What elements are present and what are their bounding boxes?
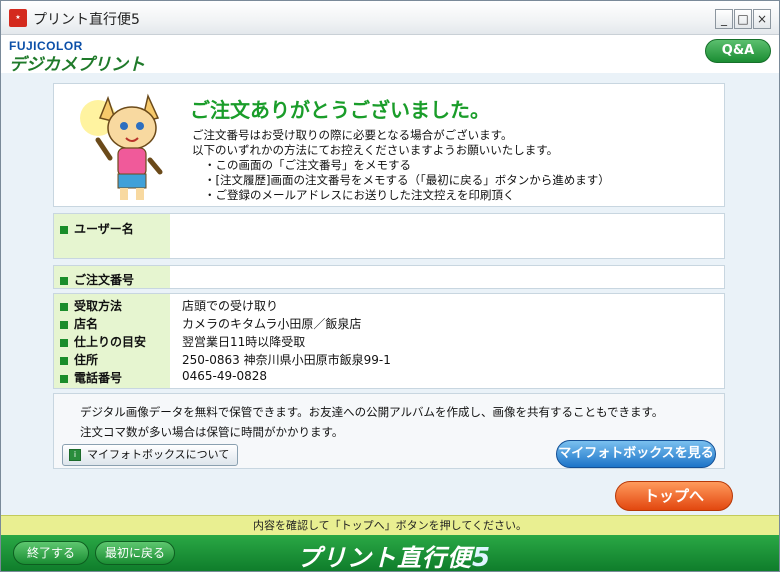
photobox-text: デジタル画像データを無料で保管できます。お友達への公開アルバムを作成し、画像を共… <box>80 405 664 419</box>
main-content: ご注文ありがとうございました。 ご注文番号はお受け取りの際に必要となる場合がござ… <box>1 73 779 515</box>
close-button[interactable]: × <box>753 9 771 29</box>
detail-label: 店名 <box>60 315 98 332</box>
bullet-square-icon <box>60 302 68 311</box>
brand-logo-main: デジカメプリント <box>9 55 145 75</box>
detail-label: 電話番号 <box>60 369 122 386</box>
app-icon: ★ <box>9 9 27 27</box>
thanks-line: ご注文番号はお受け取りの際に必要となる場合がございます。 <box>192 128 513 142</box>
user-name-row: ユーザー名 <box>53 213 725 259</box>
bullet-square-icon <box>60 225 68 234</box>
window-title: プリント直行便5 <box>33 12 140 28</box>
detail-value: 0465-49-0828 <box>182 369 268 383</box>
detail-value: 翌営業日11時以降受取 <box>182 335 306 349</box>
detail-label: 仕上りの目安 <box>60 333 146 350</box>
maximize-button[interactable]: □ <box>734 9 752 29</box>
detail-value: カメラのキタムラ小田原／飯泉店 <box>182 317 362 331</box>
pickup-details: 受取方法 店頭での受け取り 店名 カメラのキタムラ小田原／飯泉店 仕上りの目安 … <box>53 293 725 389</box>
info-icon: i <box>69 449 81 461</box>
bullet-square-icon <box>60 320 68 329</box>
thanks-card: ご注文ありがとうございました。 ご注文番号はお受け取りの際に必要となる場合がござ… <box>53 83 725 207</box>
bullet-square-icon <box>60 374 68 383</box>
view-photobox-button[interactable]: マイフォトボックスを見る <box>556 440 716 468</box>
status-message: 内容を確認して「トップへ」ボタンを押してください。 <box>1 515 779 535</box>
about-photobox-button[interactable]: i マイフォトボックスについて <box>62 444 239 466</box>
user-name-label: ユーザー名 <box>60 220 134 237</box>
restart-button[interactable]: 最初に戻る <box>95 541 175 565</box>
bullet-square-icon <box>60 276 68 285</box>
title-bar: ★ プリント直行便5 _ □ × <box>1 1 779 35</box>
quit-button[interactable]: 終了する <box>13 541 89 565</box>
qa-button[interactable]: Q&A <box>705 39 771 63</box>
detail-value: 250-0863 神奈川県小田原市飯泉99-1 <box>182 353 391 367</box>
top-button[interactable]: トップへ <box>615 481 733 511</box>
thanks-bullet: ・ご登録のメールアドレスにお送りした注文控えを印刷頂く <box>204 188 515 202</box>
photobox-text: 注文コマ数が多い場合は保管に時間がかかります。 <box>80 425 344 439</box>
photobox-panel: デジタル画像データを無料で保管できます。お友達への公開アルバムを作成し、画像を共… <box>53 393 725 469</box>
app-window: ★ プリント直行便5 _ □ × FUJICOLOR デジカメプリント Q&A <box>0 0 780 573</box>
detail-value: 店頭での受け取り <box>182 299 279 313</box>
photobox-description: デジタル画像データを無料で保管できます。お友達への公開アルバムを作成し、画像を共… <box>80 402 663 442</box>
window-controls: _ □ × <box>714 9 771 29</box>
footer-bar: 終了する 最初に戻る プリント直行便5 <box>1 535 779 573</box>
detail-label: 住所 <box>60 351 98 368</box>
order-number-row: ご注文番号 <box>53 265 725 289</box>
bullet-square-icon <box>60 356 68 365</box>
header: FUJICOLOR デジカメプリント Q&A <box>1 35 779 75</box>
thanks-title: ご注文ありがとうございました。 <box>190 98 490 122</box>
about-photobox-label: マイフォトボックスについて <box>87 448 230 461</box>
minimize-button[interactable]: _ <box>715 9 733 29</box>
thanks-line: 以下のいずれかの方法にてお控えくださいますようお願いいたします。 <box>192 143 559 157</box>
order-number-label: ご注文番号 <box>60 271 134 288</box>
thanks-bullet: ・この画面の「ご注文番号」をメモする <box>204 158 411 172</box>
thanks-body: ご注文番号はお受け取りの際に必要となる場合がございます。 以下のいずれかの方法に… <box>192 128 610 203</box>
cat-mascot-icon <box>80 93 163 200</box>
thanks-bullet: ・[注文履歴]画面の注文番号をメモする（「最初に戻る」ボタンから進めます） <box>204 173 610 187</box>
detail-label: 受取方法 <box>60 297 122 314</box>
brand-logo: プリント直行便5 <box>297 543 492 573</box>
bullet-square-icon <box>60 338 68 347</box>
